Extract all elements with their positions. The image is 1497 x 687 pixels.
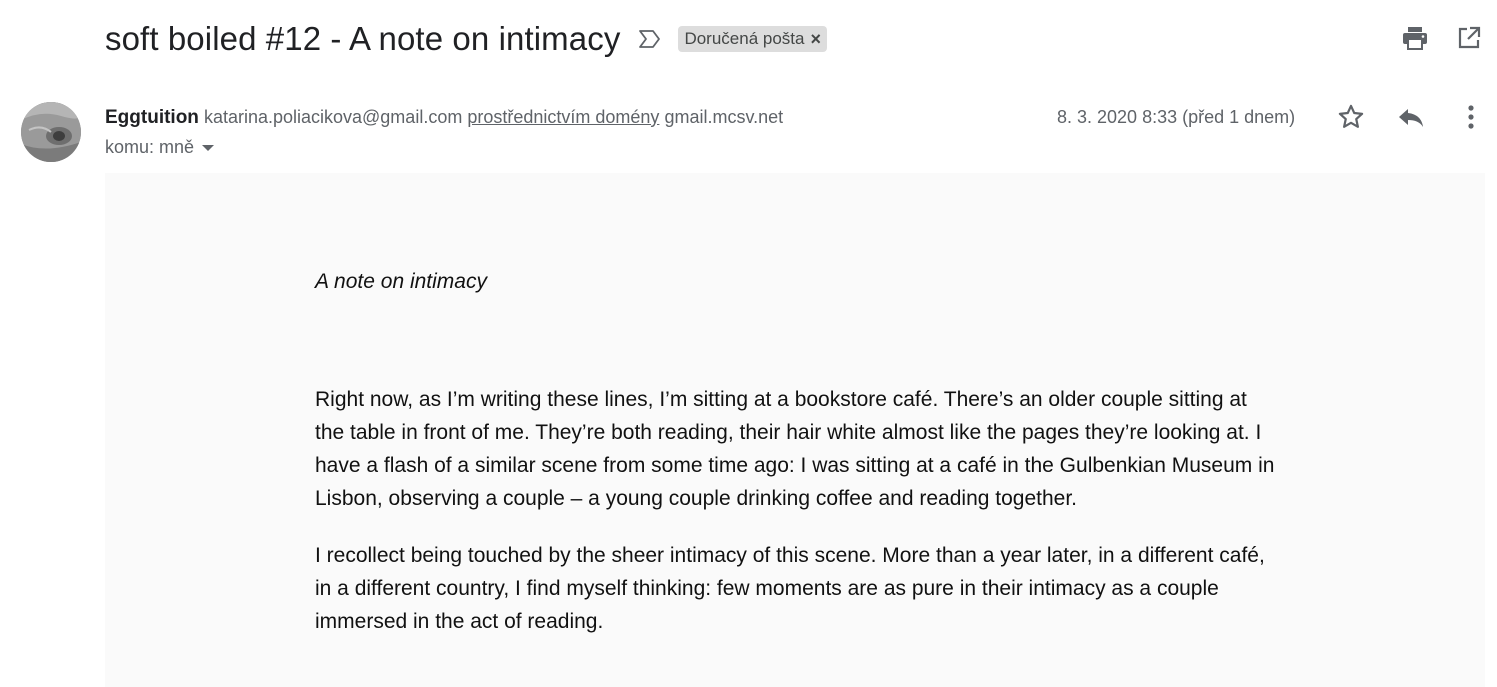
body-paragraph: Right now, as I’m writing these lines, I… (315, 388, 1275, 510)
via-domain-link[interactable]: prostřednictvím domény (467, 107, 659, 127)
sender-line: Eggtuition katarina.poliacikova@gmail.co… (105, 105, 783, 130)
star-icon[interactable] (1336, 102, 1366, 132)
recipient-dropdown[interactable]: komu: mně (105, 135, 215, 159)
message-date: 8. 3. 2020 8:33 (před 1 dnem) (1057, 107, 1296, 127)
sender-email: katarina.poliacikova@gmail.com (203, 107, 463, 127)
email-subject: soft boiled #12 - A note on intimacy (105, 20, 621, 57)
open-in-new-window-icon[interactable] (1455, 24, 1483, 52)
sender-name[interactable]: Eggtuition (105, 107, 199, 128)
print-icon[interactable] (1401, 24, 1429, 52)
newsletter-content: A note on intimacy Right now, as I’m wri… (315, 267, 1275, 638)
chevron-down-icon[interactable] (202, 145, 215, 151)
label-chip-inbox[interactable]: Doručená pošta × (678, 26, 827, 52)
reply-icon[interactable] (1396, 102, 1426, 132)
message-actions (1336, 102, 1486, 132)
label-chip-text: Doručená pošta (684, 29, 805, 48)
via-domain: gmail.mcsv.net (664, 107, 784, 127)
subject-row: soft boiled #12 - A note on intimacy Dor… (105, 14, 827, 64)
avatar[interactable] (21, 102, 81, 162)
thread-actions (1401, 24, 1483, 52)
body-paragraph: I recollect being touched by the sheer i… (315, 544, 1265, 633)
more-vertical-icon[interactable] (1456, 102, 1486, 132)
recipient-label: komu: mně (105, 137, 195, 157)
remove-label-button[interactable]: × (810, 29, 821, 50)
newsletter-title: A note on intimacy (315, 270, 487, 293)
message-body: A note on intimacy Right now, as I’m wri… (105, 173, 1485, 687)
importance-marker-icon[interactable] (636, 27, 664, 51)
